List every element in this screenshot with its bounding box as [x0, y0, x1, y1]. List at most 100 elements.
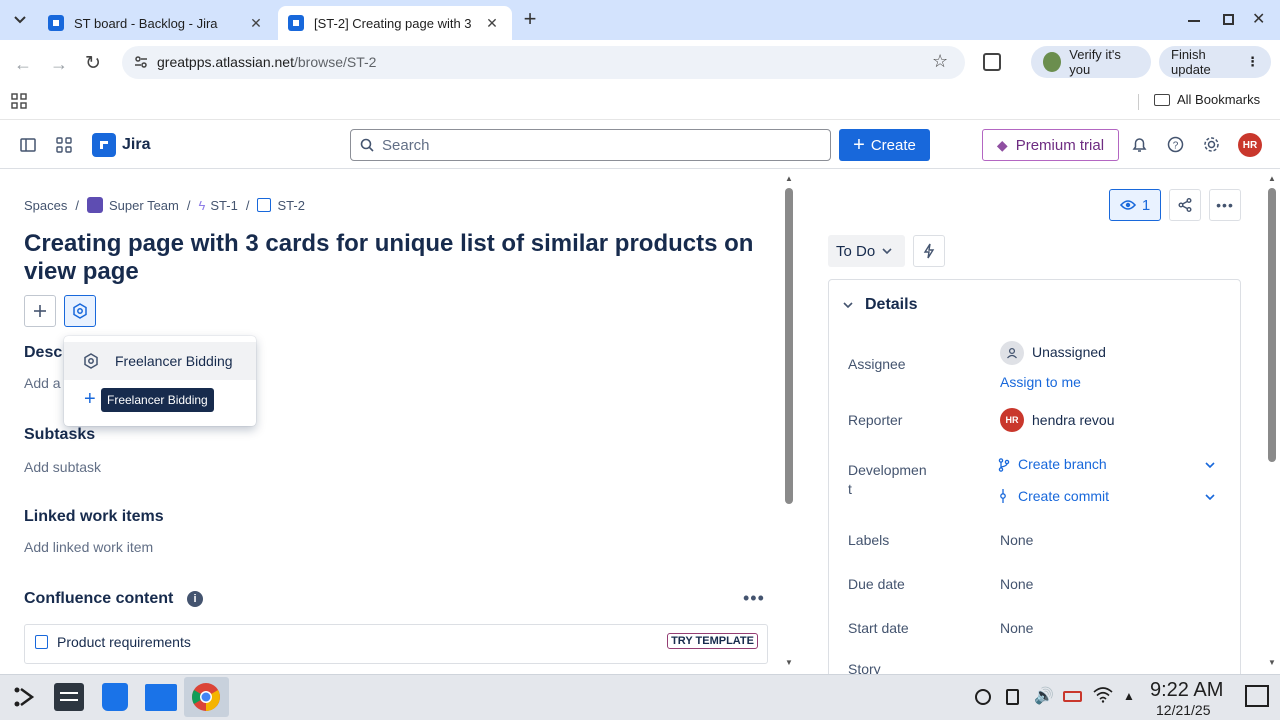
labels-value[interactable]: None — [1000, 532, 1033, 548]
panel-scrollbar-thumb[interactable] — [1268, 188, 1276, 462]
due-date-label: Due date — [848, 576, 905, 592]
create-commit-link[interactable]: Create commit — [1018, 488, 1109, 504]
jira-favicon-icon — [48, 15, 64, 31]
more-actions-button[interactable]: ••• — [1209, 189, 1241, 221]
user-avatar[interactable]: HR — [1238, 133, 1262, 157]
share-button[interactable] — [1169, 189, 1201, 221]
sidebar-toggle-icon[interactable] — [20, 137, 36, 153]
clock-time[interactable]: 9:22 AM — [1150, 679, 1223, 702]
confluence-heading: Confluence content — [24, 590, 174, 607]
chrome-icon — [192, 683, 220, 711]
info-icon[interactable]: i — [187, 591, 203, 607]
minimize-window-icon[interactable] — [1188, 20, 1200, 22]
task-checkbox-icon — [257, 198, 272, 212]
wifi-icon[interactable] — [1093, 687, 1113, 703]
new-tab-button[interactable]: + — [518, 8, 542, 32]
clock-date[interactable]: 12/21/25 — [1156, 702, 1211, 718]
add-linked-item-link[interactable]: Add linked work item — [24, 539, 153, 555]
add-subtask-link[interactable]: Add subtask — [24, 459, 101, 475]
chevron-down-icon[interactable] — [1205, 462, 1215, 468]
try-template-badge[interactable]: TRY TEMPLATE — [667, 633, 758, 649]
freelancer-bidding-menu-item[interactable]: Freelancer Bidding — [64, 342, 256, 380]
help-icon[interactable]: ? — [1167, 136, 1184, 153]
unassigned-avatar-icon — [1000, 341, 1024, 365]
browser-tab-backlog[interactable]: ST board - Backlog - Jira ✕ — [38, 6, 276, 40]
breadcrumb-team[interactable]: Super Team — [109, 198, 179, 213]
close-tab-icon[interactable]: ✕ — [482, 15, 502, 32]
chevron-down-icon[interactable] — [1205, 494, 1215, 500]
assign-to-me-link[interactable]: Assign to me — [1000, 374, 1081, 390]
more-options-icon[interactable]: ••• — [743, 588, 765, 609]
notifications-bell-icon[interactable] — [1131, 136, 1148, 153]
reporter-value[interactable]: hendra revou — [1032, 412, 1115, 428]
browser-tab-issue[interactable]: [ST-2] Creating page with 3 ✕ — [278, 6, 512, 40]
main-scrollbar-thumb[interactable] — [785, 188, 793, 504]
jira-home-link[interactable]: Jira — [92, 133, 150, 157]
verify-profile-button[interactable]: Verify it's you — [1031, 46, 1151, 78]
close-window-icon[interactable]: ✕ — [1252, 9, 1265, 29]
terminal-settings-icon[interactable] — [54, 683, 84, 711]
folder-icon — [1154, 93, 1170, 106]
create-button[interactable]: + Create — [839, 129, 930, 161]
site-info-icon[interactable] — [134, 55, 148, 69]
restore-window-icon[interactable] — [1223, 14, 1234, 25]
app-switcher-icon[interactable] — [56, 137, 72, 153]
battery-icon[interactable] — [1063, 691, 1082, 702]
volume-icon[interactable]: 🔊 — [1034, 686, 1054, 706]
premium-trial-button[interactable]: ◆ Premium trial — [982, 129, 1119, 161]
tray-status-icon[interactable] — [975, 689, 991, 705]
settings-gear-icon[interactable] — [1203, 136, 1220, 153]
tooltip: Freelancer Bidding — [101, 388, 214, 412]
launcher-icon[interactable] — [12, 685, 36, 709]
forward-icon[interactable]: → — [50, 54, 68, 75]
profile-avatar-icon — [1043, 52, 1062, 72]
apps-dropdown-menu: Freelancer Bidding + — [64, 336, 256, 426]
panel-scrollbar[interactable]: ▲ ▼ — [1266, 174, 1278, 670]
reporter-avatar: HR — [1000, 408, 1024, 432]
details-header[interactable]: Details — [843, 296, 917, 314]
show-desktop-icon[interactable] — [1245, 685, 1269, 707]
apps-grid-icon[interactable] — [11, 93, 27, 109]
add-button[interactable] — [24, 295, 56, 327]
description-placeholder[interactable]: Add a — [24, 375, 61, 391]
due-date-value[interactable]: None — [1000, 576, 1033, 592]
search-input[interactable]: Search — [350, 129, 831, 161]
add-app-plus-icon[interactable]: + — [84, 388, 96, 411]
os-taskbar: 🔊 ▲ 9:22 AM 12/21/25 — [0, 674, 1280, 720]
reporter-label: Reporter — [848, 412, 903, 428]
create-branch-link[interactable]: Create branch — [1018, 456, 1107, 472]
tab-search-button[interactable] — [8, 9, 32, 31]
automation-button[interactable] — [913, 235, 945, 267]
finish-update-button[interactable]: Finish update ⋮ — [1159, 46, 1271, 78]
watch-button[interactable]: 1 — [1109, 189, 1161, 221]
store-bag-icon[interactable] — [102, 683, 128, 711]
files-folder-icon[interactable] — [145, 684, 177, 711]
commit-icon — [999, 489, 1007, 503]
breadcrumb-parent[interactable]: ST-1 — [210, 198, 237, 213]
chrome-taskbar-button[interactable] — [184, 677, 229, 717]
jira-favicon-icon — [288, 15, 304, 31]
main-scrollbar[interactable]: ▲ ▼ — [783, 174, 795, 670]
assignee-value[interactable]: Unassigned — [1032, 344, 1106, 360]
breadcrumb-spaces[interactable]: Spaces — [24, 198, 67, 213]
address-bar[interactable]: greatpps.atlassian.net/browse/ST-2 ☆ — [122, 46, 965, 79]
start-date-value[interactable]: None — [1000, 620, 1033, 636]
breadcrumb-issue[interactable]: ST-2 — [277, 198, 304, 213]
svg-text:?: ? — [1173, 141, 1179, 152]
all-bookmarks-button[interactable]: All Bookmarks — [1154, 92, 1260, 107]
apps-button[interactable] — [64, 295, 96, 327]
labels-label: Labels — [848, 532, 890, 548]
search-icon — [360, 138, 374, 152]
extensions-icon[interactable] — [983, 53, 1001, 71]
tray-up-arrow-icon[interactable]: ▲ — [1123, 689, 1135, 703]
development-label-wrap: t — [848, 481, 852, 497]
confluence-item-row[interactable]: Product requirements TRY TEMPLATE — [24, 624, 768, 664]
reload-icon[interactable]: ↻ — [85, 52, 101, 75]
back-icon[interactable]: ← — [14, 54, 32, 75]
clipboard-icon[interactable] — [1006, 689, 1019, 705]
issue-title[interactable]: Creating page with 3 cards for unique li… — [24, 230, 764, 286]
breadcrumb: Spaces / Super Team / ϟ ST-1 / ST-2 — [24, 197, 305, 213]
bookmark-star-icon[interactable]: ☆ — [932, 51, 948, 72]
status-dropdown[interactable]: To Do — [828, 235, 905, 267]
close-tab-icon[interactable]: ✕ — [246, 15, 266, 32]
